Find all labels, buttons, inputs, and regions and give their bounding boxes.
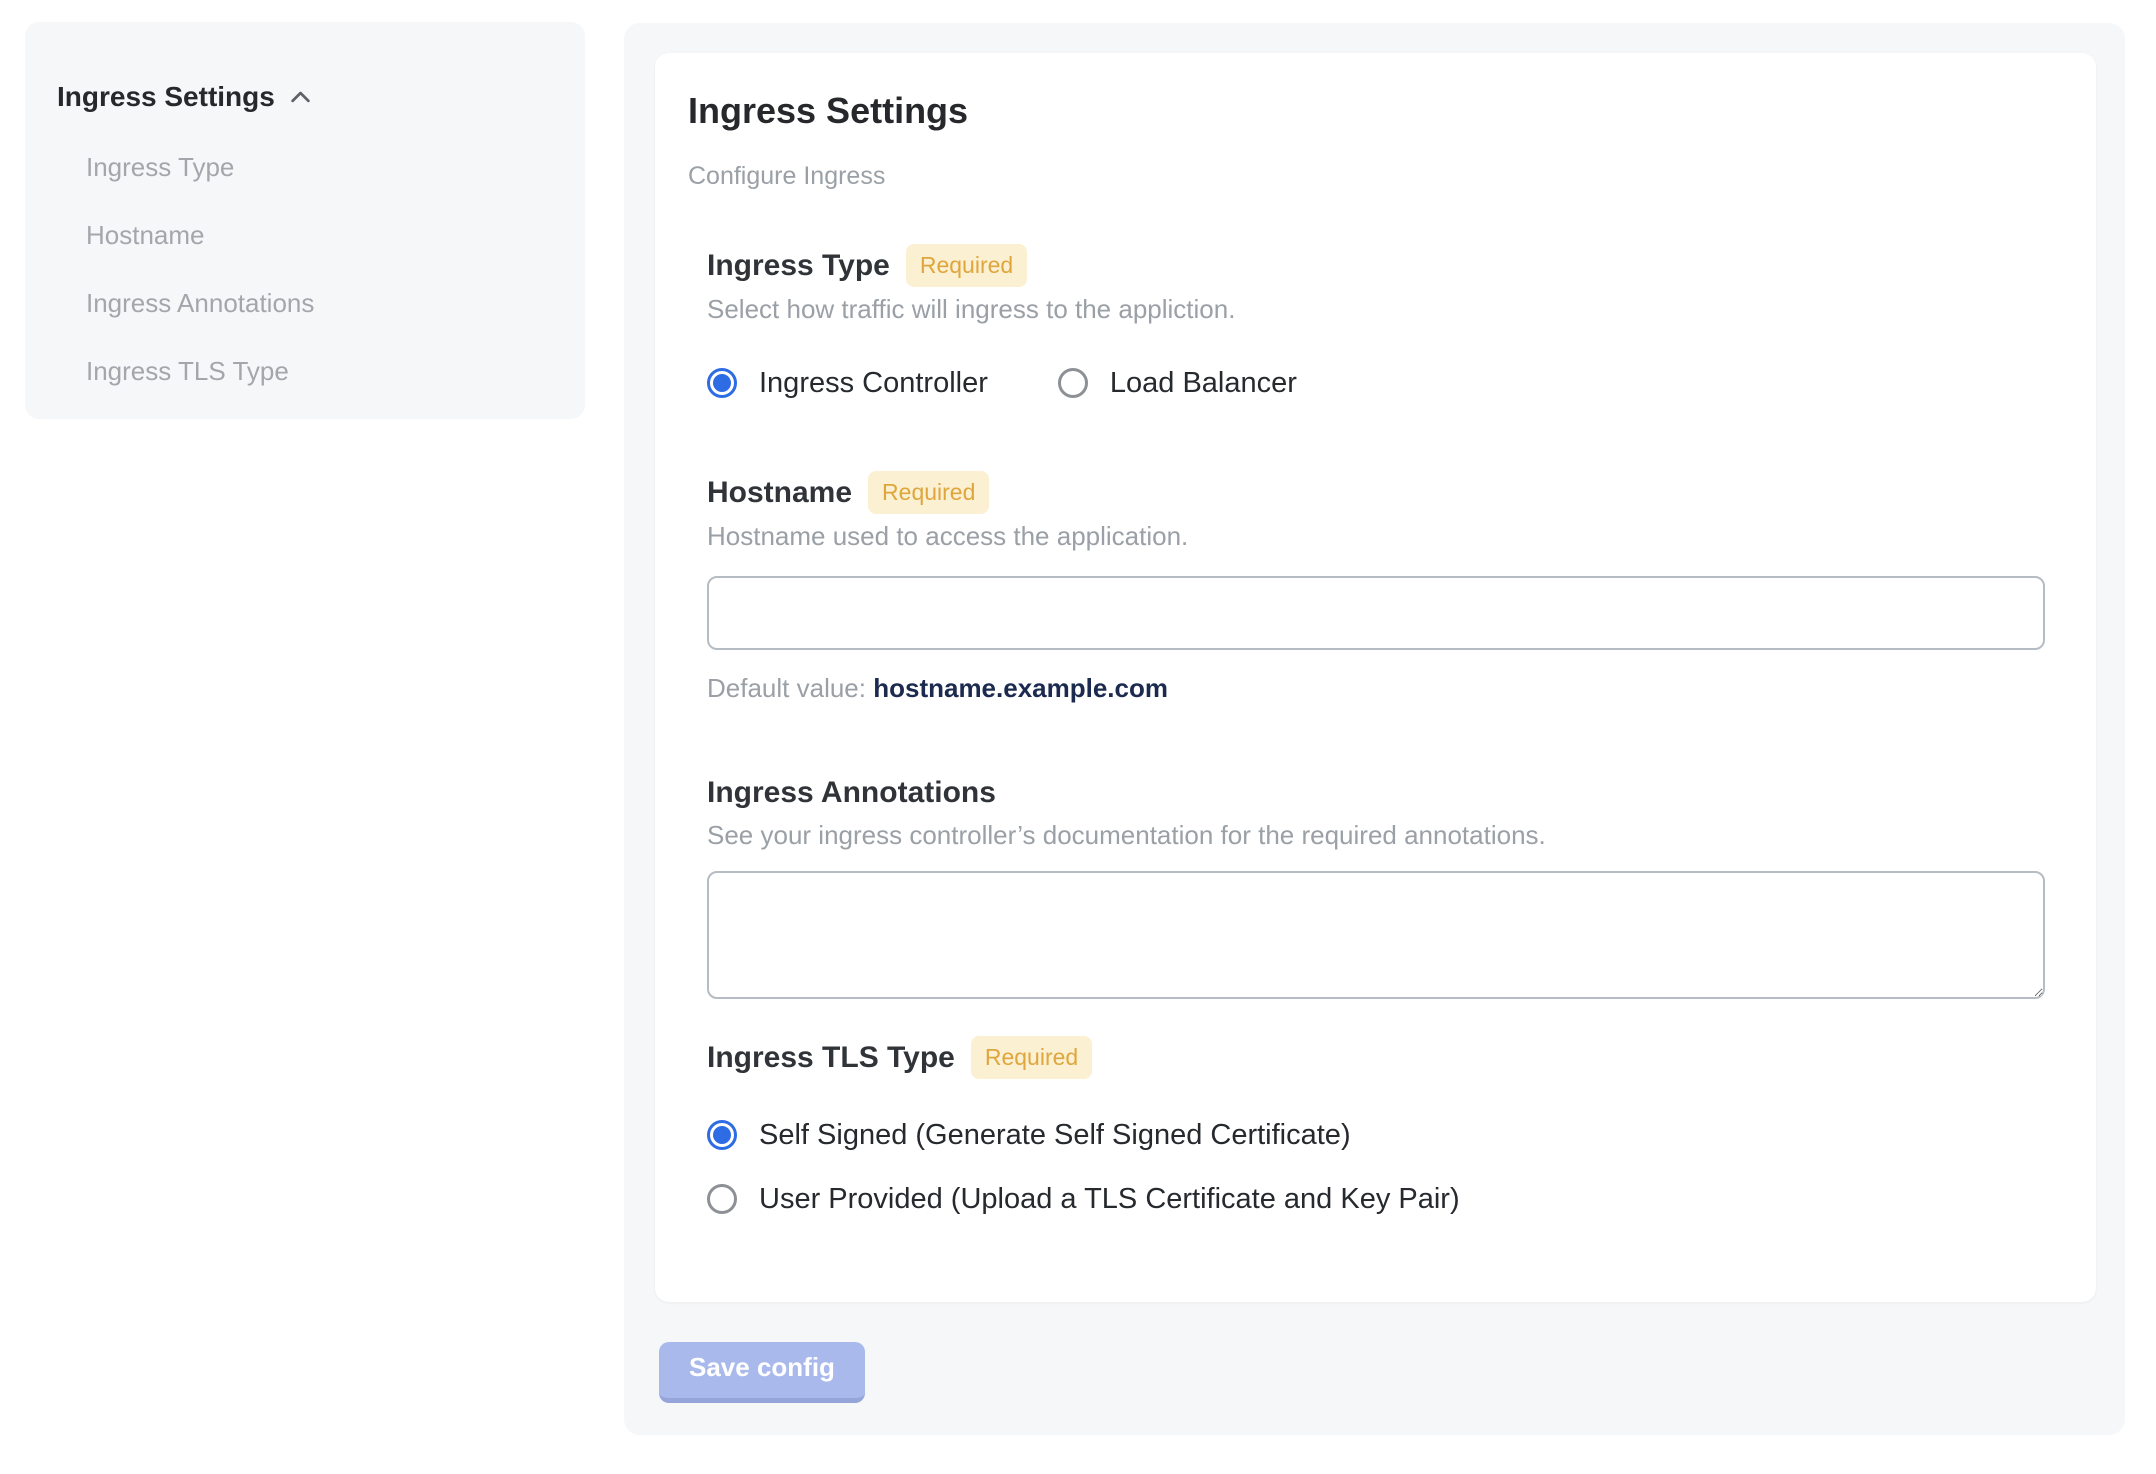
page-title: Ingress Settings — [688, 90, 969, 131]
section-ingress-type: Ingress Type Required Select how traffic… — [707, 244, 2046, 403]
section-description-ingress-type: Select how traffic will ingress to the a… — [707, 294, 1236, 324]
radio-group-ingress-tls-type: Self Signed (Generate Self Signed Certif… — [707, 1115, 2046, 1219]
radio-option-self-signed[interactable]: Self Signed (Generate Self Signed Certif… — [707, 1115, 2046, 1155]
section-title-row: Ingress TLS Type Required — [707, 1036, 2046, 1079]
sidebar-item-ingress-tls-type[interactable]: Ingress TLS Type — [86, 355, 553, 387]
section-ingress-tls-type: Ingress TLS Type Required Self Signed (G… — [707, 1036, 2046, 1219]
section-description-hostname: Hostname used to access the application. — [707, 521, 1189, 551]
radio-unselected-icon[interactable] — [707, 1184, 737, 1214]
sidebar-item-ingress-annotations[interactable]: Ingress Annotations — [86, 287, 553, 319]
radio-option-user-provided[interactable]: User Provided (Upload a TLS Certificate … — [707, 1179, 2046, 1219]
radio-option-ingress-controller[interactable]: Ingress Controller — [707, 363, 988, 403]
section-title-ingress-type: Ingress Type — [707, 248, 890, 282]
ingress-annotations-textarea[interactable] — [707, 871, 2045, 999]
required-badge: Required — [868, 471, 990, 514]
sidebar-item-ingress-type[interactable]: Ingress Type — [86, 151, 553, 183]
radio-option-label: Ingress Controller — [759, 367, 988, 399]
default-value: hostname.example.com — [873, 673, 1168, 703]
sidebar-item-hostname[interactable]: Hostname — [86, 219, 553, 251]
default-value-label: Default value: — [707, 673, 874, 703]
radio-unselected-icon[interactable] — [1057, 368, 1088, 398]
section-ingress-annotations: Ingress Annotations See your ingress con… — [707, 773, 2046, 999]
radio-option-label: Self Signed (Generate Self Signed Certif… — [759, 1119, 1351, 1151]
sidebar-section-title: Ingress Settings — [57, 81, 275, 112]
save-config-button[interactable]: Save config — [659, 1342, 865, 1403]
hostname-input[interactable] — [707, 576, 2045, 650]
section-description-ingress-annotations: See your ingress controller’s documentat… — [707, 820, 1546, 850]
section-hostname: Hostname Required Hostname used to acces… — [707, 471, 2046, 704]
sidebar-section-toggle[interactable]: Ingress Settings — [57, 80, 553, 114]
default-value-note: Default value: hostname.example.com — [707, 672, 2046, 704]
radio-option-load-balancer[interactable]: Load Balancer — [1057, 363, 1297, 403]
chevron-up-icon — [291, 91, 310, 102]
page: Ingress Settings Ingress Type Hostname I… — [0, 0, 2156, 1474]
section-title-row: Ingress Annotations — [707, 773, 2046, 813]
radio-group-ingress-type: Ingress Controller Load Balancer — [707, 363, 2046, 403]
radio-selected-icon[interactable] — [707, 368, 737, 398]
radio-option-label: Load Balancer — [1109, 367, 1297, 399]
sidebar: Ingress Settings Ingress Type Hostname I… — [25, 22, 585, 419]
radio-option-label: User Provided (Upload a TLS Certificate … — [759, 1183, 1460, 1215]
section-title-ingress-annotations: Ingress Annotations — [707, 776, 996, 809]
section-title-row: Hostname Required — [707, 471, 2046, 514]
page-subtitle: Configure Ingress — [688, 162, 886, 190]
required-badge: Required — [970, 1036, 1093, 1079]
section-title-hostname: Hostname — [707, 475, 853, 509]
required-badge: Required — [905, 244, 1028, 287]
section-title-ingress-tls-type: Ingress TLS Type — [707, 1040, 955, 1074]
sidebar-nav: Ingress Type Hostname Ingress Annotation… — [57, 151, 553, 387]
main-panel: Ingress Settings Configure Ingress Ingre… — [624, 23, 2125, 1435]
radio-selected-icon[interactable] — [707, 1120, 737, 1150]
settings-card: Ingress Settings Configure Ingress Ingre… — [655, 53, 2096, 1302]
section-title-row: Ingress Type Required — [707, 244, 2046, 287]
